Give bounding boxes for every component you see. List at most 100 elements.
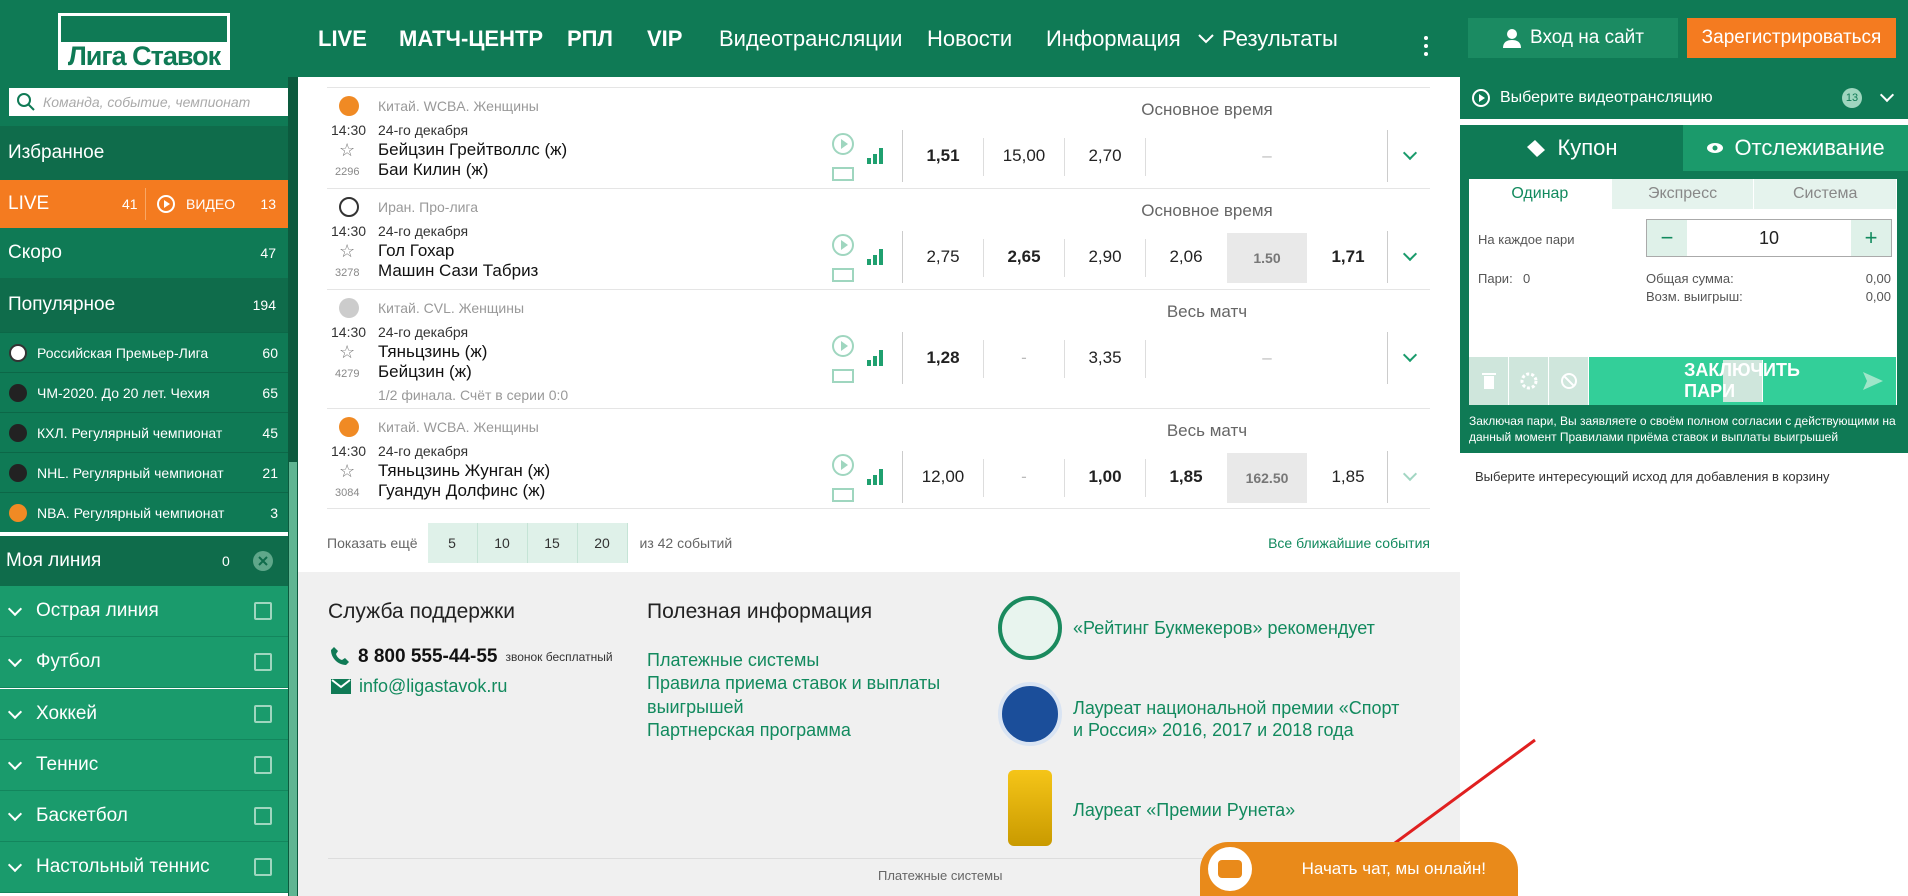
nav-live[interactable]: LIVE xyxy=(318,0,367,77)
odd-cell[interactable]: 15,00 xyxy=(984,146,1064,166)
tab-coupon[interactable]: Купон xyxy=(1460,125,1683,171)
all-events-link[interactable]: Все ближайшие события xyxy=(1268,535,1430,551)
footer-link-rules[interactable]: Правила приема ставок и выплаты выигрыше… xyxy=(647,671,967,719)
popular-item[interactable]: Российская Премьер-Лига 60 xyxy=(0,332,288,372)
odd-cell[interactable]: 2,90 xyxy=(1065,247,1145,267)
more-menu-icon[interactable] xyxy=(1424,36,1428,60)
tab-tracking[interactable]: Отслеживание xyxy=(1683,125,1908,171)
footer-link-payment[interactable]: Платежные системы xyxy=(647,648,819,672)
odd-cell[interactable]: 1,00 xyxy=(1065,467,1145,487)
field-icon[interactable] xyxy=(832,488,854,502)
category-checkbox[interactable] xyxy=(254,602,272,620)
stats-icon[interactable] xyxy=(867,350,887,366)
nav-video[interactable]: Видеотрансляции xyxy=(719,0,902,77)
odd-cell[interactable]: 1,71 xyxy=(1308,247,1388,267)
field-icon[interactable] xyxy=(832,369,854,383)
sidebar-soon[interactable]: Скоро 47 xyxy=(0,228,288,278)
popular-item[interactable]: ЧМ-2020. До 20 лет. Чехия 65 xyxy=(0,372,288,412)
play-icon[interactable] xyxy=(832,234,854,256)
nav-news[interactable]: Новости xyxy=(927,0,1012,77)
support-phone[interactable]: 8 800 555-44-55 звонок бесплатный xyxy=(358,646,613,668)
search-input[interactable]: Команда, событие, чемпионат xyxy=(9,88,288,116)
odd-cell[interactable]: 2,06 xyxy=(1146,247,1226,267)
popular-item[interactable]: NBA. Регулярный чемпионат 3 xyxy=(0,492,288,532)
category-football[interactable]: Футбол xyxy=(0,637,288,688)
expand-chevron-icon[interactable] xyxy=(1402,145,1418,161)
star-icon[interactable]: ☆ xyxy=(339,461,355,482)
stats-icon[interactable] xyxy=(867,148,887,164)
odd-cell[interactable]: 3,35 xyxy=(1065,348,1145,368)
play-icon[interactable] xyxy=(832,335,854,357)
category-checkbox[interactable] xyxy=(254,858,272,876)
nav-vip[interactable]: VIP xyxy=(647,0,682,77)
tab-single[interactable]: Одинар xyxy=(1469,179,1612,209)
tab-express[interactable]: Экспресс xyxy=(1612,179,1755,209)
expand-chevron-icon[interactable] xyxy=(1402,246,1418,262)
category-tennis[interactable]: Теннис xyxy=(0,740,288,791)
nav-rpl[interactable]: РПЛ xyxy=(567,0,613,77)
close-icon[interactable] xyxy=(252,550,274,572)
event-row[interactable]: Иран. Про-лига Основное время 14:30 24-г… xyxy=(327,188,1430,289)
gear-icon[interactable] xyxy=(1509,357,1549,405)
plus-button[interactable]: + xyxy=(1851,220,1891,256)
login-button[interactable]: Вход на сайт xyxy=(1468,18,1678,58)
category-checkbox[interactable] xyxy=(254,705,272,723)
play-icon[interactable] xyxy=(832,454,854,476)
sidebar-scrollbar[interactable] xyxy=(288,77,298,896)
odd-cell[interactable]: 1,28 xyxy=(903,348,983,368)
popular-item[interactable]: NHL. Регулярный чемпионат 21 xyxy=(0,452,288,492)
support-email[interactable]: info@ligastavok.ru xyxy=(331,676,507,697)
category-table-tennis[interactable]: Настольный теннис xyxy=(0,842,288,893)
chat-button[interactable]: Начать чат, мы онлайн! xyxy=(1200,842,1518,896)
stats-icon[interactable] xyxy=(867,469,887,485)
category-basketball[interactable]: Баскетбол xyxy=(0,791,288,842)
place-bet-button[interactable]: ЗАКЛЮЧИТЬ ПАРИ xyxy=(1589,357,1897,405)
star-icon[interactable]: ☆ xyxy=(339,140,355,161)
sidebar-popular[interactable]: Популярное 194 xyxy=(0,278,288,332)
star-icon[interactable]: ☆ xyxy=(339,241,355,262)
sidebar-live[interactable]: LIVE 41 ВИДЕО 13 xyxy=(0,180,288,228)
odd-cell[interactable]: 2,75 xyxy=(903,247,983,267)
event-row[interactable]: Китай. CVL. Женщины Весь матч 14:30 24-г… xyxy=(327,289,1430,408)
award-runet[interactable]: Лауреат «Премии Рунета» xyxy=(1073,799,1295,821)
award-rating[interactable]: «Рейтинг Букмекеров» рекомендует xyxy=(1073,617,1375,639)
odd-cell[interactable]: 2,70 xyxy=(1065,146,1145,166)
expand-chevron-icon[interactable] xyxy=(1402,466,1418,482)
popular-item[interactable]: КХЛ. Регулярный чемпионат 45 xyxy=(0,412,288,452)
tab-system[interactable]: Система xyxy=(1754,179,1898,209)
page-size-option[interactable]: 20 xyxy=(578,523,628,563)
footer-link-partner[interactable]: Партнерская программа xyxy=(647,718,851,742)
event-row[interactable]: Китай. WCBA. Женщины Весь матч 14:30 24-… xyxy=(327,408,1430,509)
odd-cell[interactable]: 1,85 xyxy=(1308,467,1388,487)
star-icon[interactable]: ☆ xyxy=(339,342,355,363)
field-icon[interactable] xyxy=(832,268,854,282)
stats-icon[interactable] xyxy=(867,249,887,265)
category-checkbox[interactable] xyxy=(254,807,272,825)
video-selector[interactable]: Выберите видеотрансляцию 13 xyxy=(1460,77,1908,119)
minus-button[interactable]: − xyxy=(1647,220,1687,256)
nav-results[interactable]: Результаты xyxy=(1198,0,1338,77)
stake-value[interactable]: 10 xyxy=(1687,220,1851,256)
award-sport-russia[interactable]: Лауреат национальной премии «Спорт и Рос… xyxy=(1073,697,1403,741)
trash-icon[interactable] xyxy=(1469,357,1509,405)
odd-cell[interactable]: 1,85 xyxy=(1146,467,1226,487)
category-sharp-line[interactable]: Острая линия xyxy=(0,586,288,637)
sidebar-my-line[interactable]: Моя линия 0 xyxy=(0,536,288,586)
nav-info[interactable]: Информация xyxy=(1046,0,1181,77)
odd-cell[interactable]: 12,00 xyxy=(903,467,983,487)
category-hockey[interactable]: Хоккей xyxy=(0,689,288,740)
page-size-option[interactable]: 10 xyxy=(478,523,528,563)
event-row[interactable]: Китай. WCBA. Женщины Основное время 14:3… xyxy=(327,87,1430,188)
block-icon[interactable] xyxy=(1549,357,1589,405)
field-icon[interactable] xyxy=(832,167,854,181)
logo[interactable]: Лига Ставок xyxy=(58,13,230,70)
play-icon[interactable] xyxy=(832,133,854,155)
page-size-option[interactable]: 5 xyxy=(428,523,478,563)
sidebar-favorites[interactable]: Избранное xyxy=(0,126,288,180)
odd-cell[interactable]: 1,51 xyxy=(903,146,983,166)
expand-chevron-icon[interactable] xyxy=(1402,347,1418,363)
terms-link[interactable]: Правилами приёма ставок и выплаты выигры… xyxy=(1560,430,1838,444)
nav-match-center[interactable]: МАТЧ-ЦЕНТР xyxy=(399,0,543,77)
category-checkbox[interactable] xyxy=(254,756,272,774)
register-button[interactable]: Зарегистрироваться xyxy=(1687,18,1896,58)
